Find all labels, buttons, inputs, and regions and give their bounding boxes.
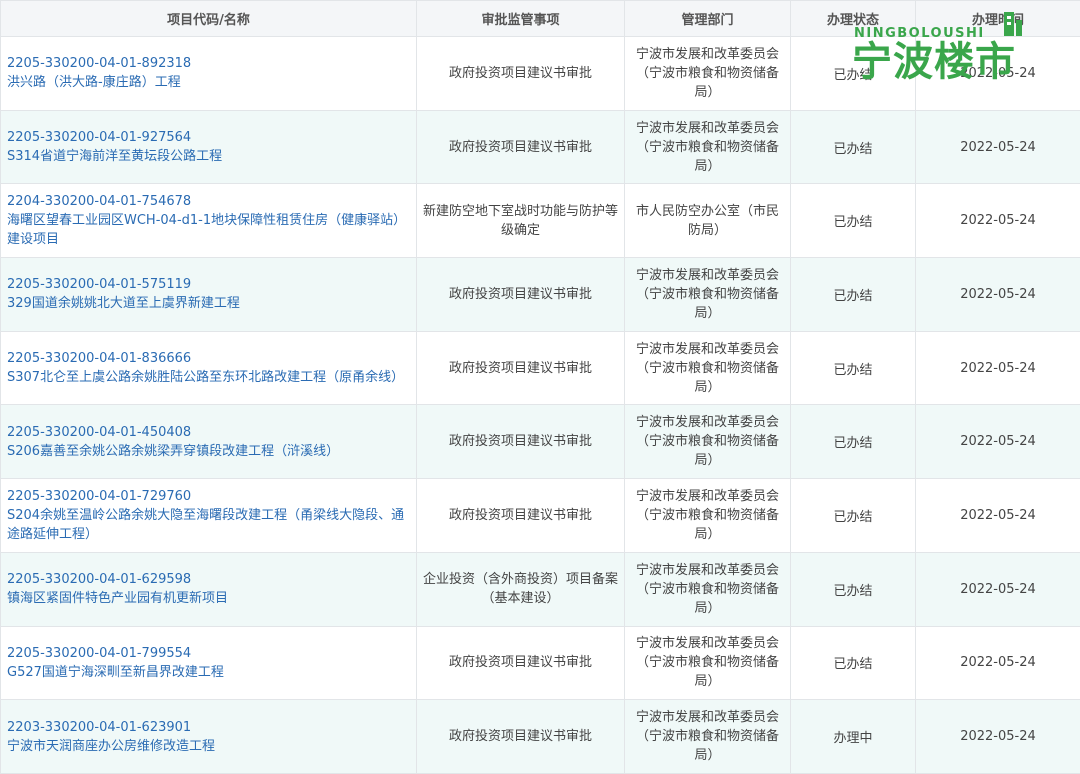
approval-item: 政府投资项目建议书审批 xyxy=(417,405,625,479)
status: 已办结 xyxy=(791,479,916,553)
approval-table: 项目代码/名称 审批监管事项 管理部门 办理状态 办理时间 2205-33020… xyxy=(0,0,1080,774)
project-cell: 2205-330200-04-01-927564 S314省道宁海前洋至黄坛段公… xyxy=(1,110,417,184)
handled-time: 2022-05-24 xyxy=(916,552,1080,626)
approval-item: 政府投资项目建议书审批 xyxy=(417,37,625,111)
table-header: 项目代码/名称 审批监管事项 管理部门 办理状态 办理时间 xyxy=(1,1,1080,37)
project-name-link[interactable]: S314省道宁海前洋至黄坛段公路工程 xyxy=(7,147,410,166)
handled-time: 2022-05-24 xyxy=(916,110,1080,184)
project-name-link[interactable]: 329国道余姚姚北大道至上虞界新建工程 xyxy=(7,294,410,313)
handled-time: 2022-05-24 xyxy=(916,405,1080,479)
approval-item: 政府投资项目建议书审批 xyxy=(417,700,625,774)
project-name-link[interactable]: 洪兴路（洪大路-康庄路）工程 xyxy=(7,73,410,92)
status: 办理中 xyxy=(791,700,916,774)
project-cell: 2205-330200-04-01-450408 S206嘉善至余姚公路余姚梁弄… xyxy=(1,405,417,479)
department: 宁波市发展和改革委员会（宁波市粮食和物资储备局） xyxy=(625,479,791,553)
handled-time: 2022-05-24 xyxy=(916,331,1080,405)
project-code-link[interactable]: 2205-330200-04-01-575119 xyxy=(7,275,410,294)
handled-time: 2022-05-24 xyxy=(916,626,1080,700)
approval-item: 政府投资项目建议书审批 xyxy=(417,479,625,553)
project-cell: 2204-330200-04-01-754678 海曙区望春工业园区WCH-04… xyxy=(1,184,417,258)
approval-item: 企业投资（含外商投资）项目备案（基本建设） xyxy=(417,552,625,626)
project-name-link[interactable]: 镇海区紧固件特色产业园有机更新项目 xyxy=(7,589,410,608)
table-row: 2205-330200-04-01-927564 S314省道宁海前洋至黄坛段公… xyxy=(1,110,1080,184)
status: 已办结 xyxy=(791,552,916,626)
handled-time: 2022-05-24 xyxy=(916,479,1080,553)
project-code-link[interactable]: 2205-330200-04-01-799554 xyxy=(7,644,410,663)
approval-item: 新建防空地下室战时功能与防护等级确定 xyxy=(417,184,625,258)
project-name-link[interactable]: S206嘉善至余姚公路余姚梁弄穿镇段改建工程（浒溪线） xyxy=(7,442,410,461)
project-cell: 2205-330200-04-01-892318 洪兴路（洪大路-康庄路）工程 xyxy=(1,37,417,111)
department: 宁波市发展和改革委员会（宁波市粮食和物资储备局） xyxy=(625,626,791,700)
handled-time: 2022-05-24 xyxy=(916,258,1080,332)
status: 已办结 xyxy=(791,37,916,111)
handled-time: 2022-05-24 xyxy=(916,37,1080,111)
project-name-link[interactable]: 宁波市天润商座办公房维修改造工程 xyxy=(7,737,410,756)
handled-time: 2022-05-24 xyxy=(916,184,1080,258)
approval-item: 政府投资项目建议书审批 xyxy=(417,110,625,184)
project-name-link[interactable]: S307北仑至上虞公路余姚胜陆公路至东环北路改建工程（原甬余线） xyxy=(7,368,410,387)
project-cell: 2205-330200-04-01-629598 镇海区紧固件特色产业园有机更新… xyxy=(1,552,417,626)
project-code-link[interactable]: 2205-330200-04-01-629598 xyxy=(7,570,410,589)
status: 已办结 xyxy=(791,258,916,332)
table-row: 2205-330200-04-01-450408 S206嘉善至余姚公路余姚梁弄… xyxy=(1,405,1080,479)
department: 宁波市发展和改革委员会（宁波市粮食和物资储备局） xyxy=(625,258,791,332)
table-body: 2205-330200-04-01-892318 洪兴路（洪大路-康庄路）工程 … xyxy=(1,37,1080,774)
header-dept: 管理部门 xyxy=(625,1,791,37)
project-code-link[interactable]: 2205-330200-04-01-927564 xyxy=(7,128,410,147)
approval-item: 政府投资项目建议书审批 xyxy=(417,626,625,700)
project-code-link[interactable]: 2205-330200-04-01-836666 xyxy=(7,349,410,368)
project-name-link[interactable]: G527国道宁海深甽至新昌界改建工程 xyxy=(7,663,410,682)
project-code-link[interactable]: 2205-330200-04-01-892318 xyxy=(7,54,410,73)
handled-time: 2022-05-24 xyxy=(916,700,1080,774)
project-code-link[interactable]: 2204-330200-04-01-754678 xyxy=(7,192,410,211)
project-cell: 2205-330200-04-01-575119 329国道余姚姚北大道至上虞界… xyxy=(1,258,417,332)
status: 已办结 xyxy=(791,331,916,405)
status: 已办结 xyxy=(791,184,916,258)
project-code-link[interactable]: 2203-330200-04-01-623901 xyxy=(7,718,410,737)
project-name-link[interactable]: 海曙区望春工业园区WCH-04-d1-1地块保障性租赁住房（健康驿站）建设项目 xyxy=(7,211,410,249)
project-cell: 2203-330200-04-01-623901 宁波市天润商座办公房维修改造工… xyxy=(1,700,417,774)
table-row: 2205-330200-04-01-799554 G527国道宁海深甽至新昌界改… xyxy=(1,626,1080,700)
project-cell: 2205-330200-04-01-729760 S204余姚至温岭公路余姚大隐… xyxy=(1,479,417,553)
project-name-link[interactable]: S204余姚至温岭公路余姚大隐至海曙段改建工程（甬梁线大隐段、通途路延伸工程） xyxy=(7,506,410,544)
department: 宁波市发展和改革委员会（宁波市粮食和物资储备局） xyxy=(625,37,791,111)
approval-item: 政府投资项目建议书审批 xyxy=(417,331,625,405)
department: 宁波市发展和改革委员会（宁波市粮食和物资储备局） xyxy=(625,331,791,405)
header-project: 项目代码/名称 xyxy=(1,1,417,37)
header-row: 项目代码/名称 审批监管事项 管理部门 办理状态 办理时间 xyxy=(1,1,1080,37)
status: 已办结 xyxy=(791,405,916,479)
status: 已办结 xyxy=(791,110,916,184)
status: 已办结 xyxy=(791,626,916,700)
table-row: 2205-330200-04-01-575119 329国道余姚姚北大道至上虞界… xyxy=(1,258,1080,332)
department: 宁波市发展和改革委员会（宁波市粮食和物资储备局） xyxy=(625,405,791,479)
department: 市人民防空办公室（市民防局） xyxy=(625,184,791,258)
project-cell: 2205-330200-04-01-799554 G527国道宁海深甽至新昌界改… xyxy=(1,626,417,700)
project-code-link[interactable]: 2205-330200-04-01-729760 xyxy=(7,487,410,506)
department: 宁波市发展和改革委员会（宁波市粮食和物资储备局） xyxy=(625,700,791,774)
table-row: 2203-330200-04-01-623901 宁波市天润商座办公房维修改造工… xyxy=(1,700,1080,774)
department: 宁波市发展和改革委员会（宁波市粮食和物资储备局） xyxy=(625,552,791,626)
header-status: 办理状态 xyxy=(791,1,916,37)
project-cell: 2205-330200-04-01-836666 S307北仑至上虞公路余姚胜陆… xyxy=(1,331,417,405)
approval-item: 政府投资项目建议书审批 xyxy=(417,258,625,332)
table-row: 2205-330200-04-01-729760 S204余姚至温岭公路余姚大隐… xyxy=(1,479,1080,553)
header-item: 审批监管事项 xyxy=(417,1,625,37)
header-time: 办理时间 xyxy=(916,1,1080,37)
project-code-link[interactable]: 2205-330200-04-01-450408 xyxy=(7,423,410,442)
table-row: 2205-330200-04-01-629598 镇海区紧固件特色产业园有机更新… xyxy=(1,552,1080,626)
department: 宁波市发展和改革委员会（宁波市粮食和物资储备局） xyxy=(625,110,791,184)
table-row: 2204-330200-04-01-754678 海曙区望春工业园区WCH-04… xyxy=(1,184,1080,258)
table-row: 2205-330200-04-01-892318 洪兴路（洪大路-康庄路）工程 … xyxy=(1,37,1080,111)
table-row: 2205-330200-04-01-836666 S307北仑至上虞公路余姚胜陆… xyxy=(1,331,1080,405)
